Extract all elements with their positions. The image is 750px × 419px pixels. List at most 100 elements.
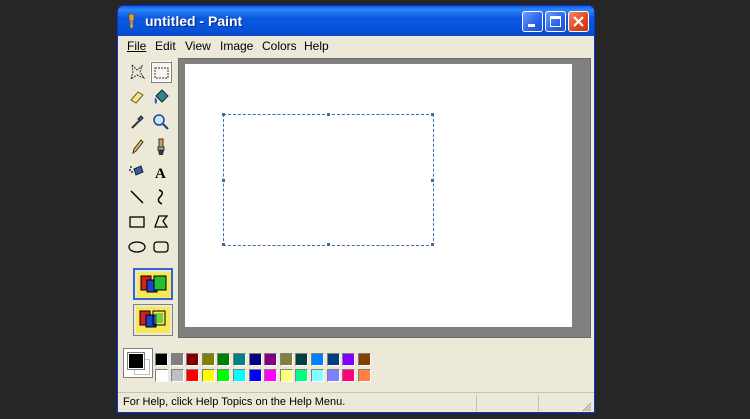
pencil-icon	[132, 139, 144, 155]
eraser-icon	[130, 91, 144, 104]
option-opaque-selection[interactable]	[133, 268, 173, 300]
palette-color-swatch[interactable]	[264, 353, 278, 366]
status-divider	[538, 395, 539, 411]
palette-color-swatch[interactable]	[311, 369, 324, 382]
polygon-icon	[154, 215, 169, 228]
maximize-button[interactable]	[545, 11, 566, 32]
resize-grip-icon[interactable]	[580, 400, 592, 412]
menu-bar: File Edit View Image Colors Help	[118, 36, 594, 56]
menu-image-label: Image	[220, 39, 254, 53]
palette-color-swatch[interactable]	[217, 369, 231, 382]
minimize-icon	[528, 24, 535, 27]
close-button[interactable]	[568, 11, 589, 32]
tool-select[interactable]	[150, 61, 172, 83]
palette-color-swatch[interactable]	[326, 353, 340, 366]
tool-brush[interactable]	[150, 136, 172, 158]
tool-ellipse[interactable]	[126, 236, 148, 258]
tool-fill[interactable]	[150, 86, 172, 108]
menu-file[interactable]: File	[127, 39, 146, 53]
foreground-color-swatch[interactable]	[127, 352, 145, 370]
tool-pick-color[interactable]	[126, 111, 148, 133]
color-box	[118, 340, 594, 388]
palette-color-swatch[interactable]	[264, 369, 278, 382]
ellipse-icon	[128, 241, 146, 253]
palette-color-swatch[interactable]	[295, 369, 309, 382]
palette-color-swatch[interactable]	[170, 353, 184, 366]
free-form-select-icon	[130, 63, 146, 81]
menu-view-label: View	[185, 39, 211, 53]
menu-help[interactable]: Help	[304, 39, 329, 53]
tool-rectangle[interactable]	[126, 211, 148, 233]
menu-edit-label: Edit	[155, 39, 176, 53]
fill-bucket-icon	[154, 89, 169, 104]
minimize-button[interactable]	[522, 11, 543, 32]
menu-colors-label: Colors	[262, 39, 297, 53]
selection-handle[interactable]	[327, 243, 330, 246]
current-colors[interactable]	[123, 348, 153, 378]
menu-colors[interactable]: Colors	[262, 39, 297, 53]
selection-handle[interactable]	[431, 113, 434, 116]
palette-color-swatch[interactable]	[342, 353, 356, 366]
tool-line[interactable]	[126, 186, 148, 208]
rectangle-icon	[129, 216, 145, 228]
selection-marquee[interactable]	[222, 113, 434, 246]
status-bar: For Help, click Help Topics on the Help …	[118, 392, 594, 412]
palette-color-swatch[interactable]	[248, 353, 262, 366]
tool-polygon[interactable]	[150, 211, 172, 233]
palette-color-swatch[interactable]	[201, 369, 215, 382]
palette-color-swatch[interactable]	[155, 353, 168, 366]
menu-help-label: Help	[304, 39, 329, 53]
palette-color-swatch[interactable]	[233, 369, 246, 382]
palette-color-swatch[interactable]	[186, 353, 200, 366]
palette-color-swatch[interactable]	[279, 369, 293, 382]
palette-color-swatch[interactable]	[295, 353, 309, 366]
tool-airbrush[interactable]	[126, 161, 148, 183]
palette-color-swatch[interactable]	[357, 353, 371, 366]
selection-handle[interactable]	[431, 243, 434, 246]
menu-edit[interactable]: Edit	[155, 39, 176, 53]
menu-view[interactable]: View	[185, 39, 211, 53]
palette-color-swatch[interactable]	[248, 369, 262, 382]
selection-handle[interactable]	[327, 113, 330, 116]
canvas-scroll-area[interactable]	[178, 58, 591, 338]
title-bar[interactable]: untitled - Paint	[118, 6, 594, 36]
drawing-canvas[interactable]	[185, 64, 572, 327]
tool-eraser[interactable]	[126, 86, 148, 108]
menu-image[interactable]: Image	[220, 39, 253, 53]
menu-file-label: File	[127, 39, 147, 53]
selection-handle[interactable]	[222, 113, 225, 116]
paint-app-icon	[128, 13, 135, 29]
palette-color-swatch[interactable]	[170, 369, 184, 382]
selection-handle[interactable]	[431, 179, 434, 182]
selection-handle[interactable]	[222, 243, 225, 246]
selection-handle[interactable]	[222, 179, 225, 182]
status-text: For Help, click Help Topics on the Help …	[123, 396, 346, 408]
airbrush-icon	[129, 165, 144, 176]
palette-color-swatch[interactable]	[217, 353, 231, 366]
palette-color-swatch[interactable]	[311, 353, 324, 366]
eyedropper-icon	[131, 115, 144, 129]
palette-color-swatch[interactable]	[357, 369, 371, 382]
palette-color-swatch[interactable]	[326, 369, 340, 382]
rounded-rectangle-icon	[153, 241, 169, 253]
magnifier-icon	[153, 114, 169, 130]
tool-rounded-rectangle[interactable]	[150, 236, 172, 258]
palette-color-swatch[interactable]	[201, 353, 215, 366]
palette-color-swatch[interactable]	[279, 353, 293, 366]
palette-color-swatch[interactable]	[155, 369, 168, 382]
transparent-selection-icon	[136, 307, 170, 333]
window-title: untitled - Paint	[145, 13, 243, 29]
tool-curve[interactable]	[150, 186, 172, 208]
tool-pencil[interactable]	[126, 136, 148, 158]
paint-window: untitled - Paint File Edit View Image Co…	[117, 5, 595, 413]
palette-color-swatch[interactable]	[233, 353, 246, 366]
tool-free-form-select[interactable]	[126, 61, 148, 83]
palette-color-swatch[interactable]	[342, 369, 356, 382]
tool-text[interactable]: A	[150, 161, 172, 183]
close-icon	[573, 16, 584, 27]
option-transparent-selection[interactable]	[133, 304, 173, 336]
curve-icon	[157, 189, 163, 205]
rect-select-icon	[154, 67, 169, 79]
tool-magnifier[interactable]	[150, 111, 172, 133]
palette-color-swatch[interactable]	[186, 369, 200, 382]
